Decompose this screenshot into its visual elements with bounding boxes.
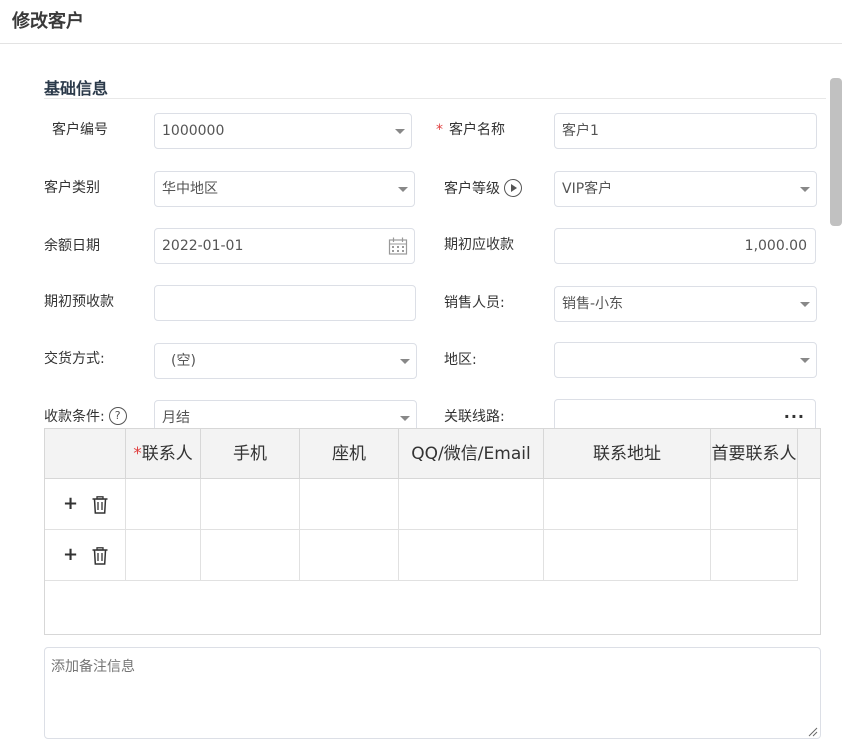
column-header-contact-text: 联系人 [141, 444, 193, 464]
chevron-down-icon [800, 358, 810, 363]
delivery-method-select[interactable]: (空) [154, 343, 417, 379]
customer-code-select[interactable]: 1000000 [154, 113, 412, 149]
column-header-address: 联系地址 [544, 429, 711, 479]
cell-phone[interactable] [300, 479, 399, 530]
column-header-phone: 座机 [300, 429, 399, 479]
required-mark: * [436, 122, 443, 138]
column-header-primary-contact: 首要联系人 [711, 429, 798, 479]
page-title: 修改客户 [12, 11, 84, 32]
cell-qq-wechat-email[interactable] [399, 530, 544, 581]
table-header: *联系人 手机 座机 QQ/微信/Email 联系地址 首要联系人 [45, 429, 820, 479]
trash-icon[interactable] [92, 547, 108, 565]
chevron-down-icon [400, 416, 410, 421]
calendar-icon[interactable] [388, 237, 408, 255]
initial-prepaid-input[interactable] [154, 285, 416, 321]
cell-primary-contact[interactable] [711, 530, 798, 581]
table-row: + [45, 479, 798, 530]
delivery-method-value: (空) [171, 353, 196, 369]
required-mark: * [133, 444, 142, 464]
vertical-scrollbar[interactable] [830, 78, 842, 226]
chevron-down-icon [800, 302, 810, 307]
column-header-actions [45, 429, 126, 479]
cell-mobile[interactable] [201, 479, 300, 530]
customer-type-select[interactable]: 华中地区 [154, 171, 415, 207]
section-divider [44, 98, 826, 99]
initial-receivable-label: 期初应收款 [444, 237, 514, 253]
balance-date-picker[interactable]: 2022-01-01 [154, 228, 415, 264]
customer-type-label: 客户类别 [44, 180, 100, 196]
delivery-method-label: 交货方式: [44, 351, 105, 367]
customer-level-label: 客户等级 [444, 171, 522, 207]
payment-terms-label-text: 收款条件: [44, 409, 105, 425]
customer-name-input[interactable]: 客户1 [554, 113, 817, 149]
section-title-basic-info: 基础信息 [44, 79, 109, 98]
chevron-down-icon [800, 187, 810, 192]
cell-contact[interactable] [126, 479, 201, 530]
contacts-table: *联系人 手机 座机 QQ/微信/Email 联系地址 首要联系人 + + [44, 428, 821, 635]
resize-handle-icon[interactable] [806, 725, 818, 737]
row-actions-cell: + [45, 530, 126, 581]
remark-textarea[interactable] [44, 647, 821, 739]
region-label: 地区: [444, 352, 477, 368]
cell-primary-contact[interactable] [711, 479, 798, 530]
column-header-contact: *联系人 [126, 429, 201, 479]
balance-date-label: 余额日期 [44, 238, 100, 254]
cell-mobile[interactable] [201, 530, 300, 581]
cell-qq-wechat-email[interactable] [399, 479, 544, 530]
customer-level-select[interactable]: VIP客户 [554, 171, 817, 207]
customer-code-label: 客户编号 [52, 122, 108, 138]
chevron-down-icon [400, 359, 410, 364]
column-header-mobile: 手机 [201, 429, 300, 479]
customer-level-value: VIP客户 [562, 181, 613, 197]
initial-receivable-input[interactable]: 1,000.00 [554, 228, 816, 264]
play-circle-icon[interactable] [504, 179, 522, 197]
initial-receivable-value: 1,000.00 [744, 238, 807, 254]
region-select[interactable] [554, 342, 817, 378]
add-row-icon[interactable]: + [63, 544, 78, 565]
customer-code-value: 1000000 [162, 123, 225, 139]
cell-phone[interactable] [300, 530, 399, 581]
cell-contact[interactable] [126, 530, 201, 581]
customer-type-value: 华中地区 [162, 181, 218, 197]
salesperson-label: 销售人员: [444, 295, 505, 311]
chevron-down-icon [395, 129, 405, 134]
customer-name-label: * 客户名称 [436, 112, 505, 148]
page-header: 修改客户 [0, 0, 842, 44]
column-header-qq-wechat-email: QQ/微信/Email [399, 429, 544, 479]
cell-address[interactable] [544, 530, 711, 581]
add-row-icon[interactable]: + [63, 493, 78, 514]
row-actions-cell: + [45, 479, 126, 530]
table-row: + [45, 530, 798, 581]
customer-name-label-text: 客户名称 [449, 122, 505, 138]
balance-date-value: 2022-01-01 [162, 238, 244, 254]
trash-icon[interactable] [92, 496, 108, 514]
customer-name-value: 客户1 [562, 123, 599, 139]
initial-prepaid-label: 期初预收款 [44, 294, 114, 310]
chevron-down-icon [398, 187, 408, 192]
salesperson-value: 销售-小东 [562, 296, 624, 312]
customer-level-label-text: 客户等级 [444, 181, 500, 197]
help-icon[interactable]: ? [108, 407, 127, 425]
salesperson-select[interactable]: 销售-小东 [554, 286, 817, 322]
cell-address[interactable] [544, 479, 711, 530]
